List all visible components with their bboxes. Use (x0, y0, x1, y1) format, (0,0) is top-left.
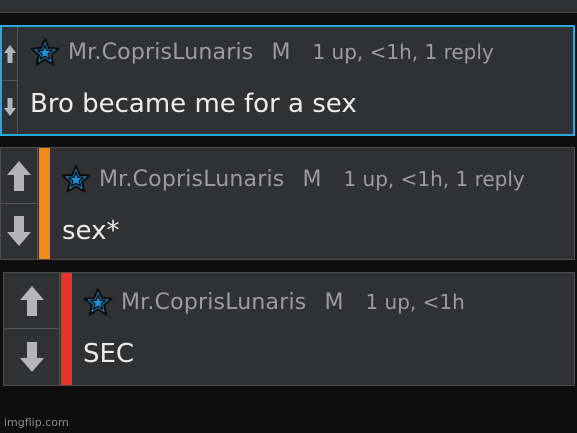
up-arrow-icon (3, 44, 16, 63)
down-arrow-icon (7, 216, 31, 246)
downvote-button[interactable] (4, 329, 59, 385)
comment-text: SEC (83, 339, 135, 369)
previous-comment-edge (0, 0, 577, 13)
comment-meta[interactable]: 1 up, <1h, 1 reply (343, 167, 524, 191)
gender-label: M (302, 166, 322, 192)
up-arrow-icon (19, 285, 44, 316)
comment-header: Mr.CoprisLunaris M 1 up, <1h, 1 reply (30, 33, 494, 71)
vote-column (2, 27, 18, 134)
upvote-button[interactable] (4, 273, 59, 329)
comment-meta[interactable]: 1 up, <1h (365, 290, 464, 314)
downvote-button[interactable] (2, 80, 17, 134)
watermark: imgflip.com (4, 416, 69, 429)
upvote-button[interactable] (2, 27, 17, 81)
comment-text: Bro became me for a sex (30, 89, 357, 119)
comment-meta[interactable]: 1 up, <1h, 1 reply (312, 40, 493, 64)
username-link[interactable]: Mr.CoprisLunaris (99, 167, 284, 192)
comment-reply-3: Mr.CoprisLunaris M 1 up, <1h SEC (3, 272, 575, 386)
username-link[interactable]: Mr.CoprisLunaris (121, 290, 306, 315)
gender-label: M (324, 289, 344, 315)
comment-reply-2: Mr.CoprisLunaris M 1 up, <1h, 1 reply se… (0, 147, 575, 260)
comment-reply-1: Mr.CoprisLunaris M 1 up, <1h, 1 reply Br… (0, 25, 575, 136)
thread-depth-bar (39, 148, 50, 259)
comment-thread: Mr.CoprisLunaris M 1 up, <1h, 1 reply Br… (0, 0, 577, 433)
down-arrow-icon (19, 342, 44, 372)
star-icon (83, 288, 113, 316)
gender-label: M (271, 39, 291, 65)
star-icon (61, 165, 91, 193)
username-link[interactable]: Mr.CoprisLunaris (68, 40, 253, 65)
upvote-button[interactable] (1, 148, 37, 204)
comment-header: Mr.CoprisLunaris M 1 up, <1h (83, 283, 465, 321)
downvote-button[interactable] (1, 203, 37, 259)
vote-column (4, 273, 60, 385)
down-arrow-icon (3, 98, 16, 116)
up-arrow-icon (7, 160, 31, 191)
star-icon (30, 38, 60, 66)
comment-header: Mr.CoprisLunaris M 1 up, <1h, 1 reply (61, 160, 525, 198)
vote-column (1, 148, 38, 259)
comment-text: sex* (62, 216, 120, 246)
thread-depth-bar (61, 273, 72, 385)
